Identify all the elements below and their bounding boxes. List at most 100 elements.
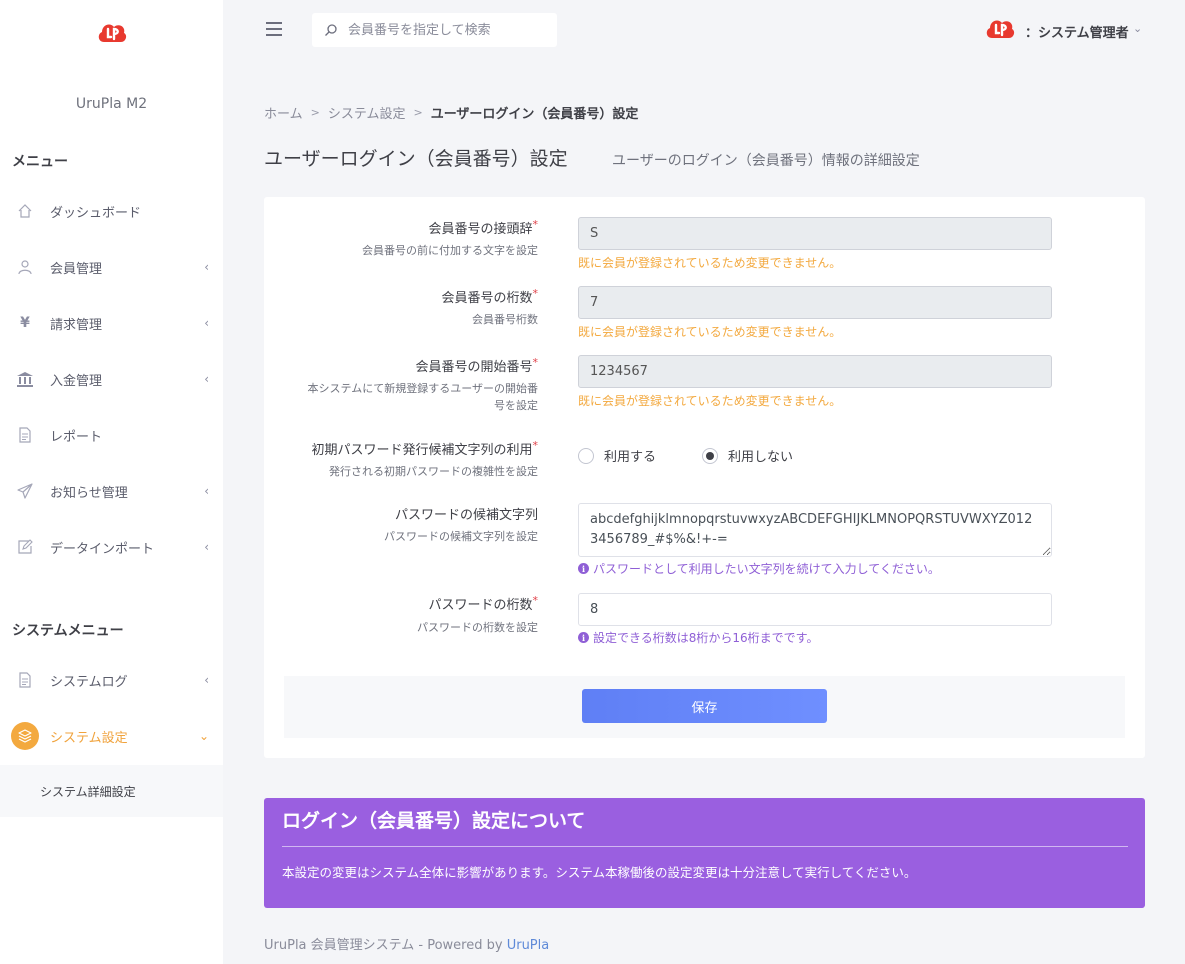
sidebar-item-label: システムログ: [50, 674, 128, 690]
initial-password-help: 発行される初期パスワードの複雑性を設定: [329, 465, 538, 478]
chevron-left-icon: ‹: [204, 316, 209, 330]
radio-label: 利用しない: [728, 450, 794, 465]
breadcrumb-home[interactable]: ホーム: [264, 103, 303, 122]
required-mark: *: [532, 356, 539, 369]
sidebar-item-reports[interactable]: レポート: [0, 415, 223, 455]
start-number-warning: 既に会員が登録されているため変更できません。: [578, 394, 842, 408]
password-chars-info-text: パスワードとして利用したい文字列を続けて入力してください。: [593, 562, 940, 576]
password-length-label-text: パスワードの桁数: [428, 598, 533, 613]
digits-label: 会員番号の桁数*: [441, 287, 538, 306]
prefix-input[interactable]: [578, 217, 1052, 250]
chevron-left-icon: ‹: [204, 260, 209, 274]
sidebar-item-label: 入金管理: [50, 373, 103, 389]
breadcrumb-current: ユーザーログイン（会員番号）設定: [430, 107, 639, 122]
digits-help: 会員番号桁数: [472, 313, 538, 326]
layers-icon: [11, 722, 39, 750]
user-icon: [16, 258, 34, 276]
search-box: [312, 13, 557, 47]
footer: UruPla 会員管理システム - Powered by UruPla: [264, 934, 549, 953]
radio-button[interactable]: [578, 447, 594, 464]
chevron-left-icon: ‹: [204, 540, 209, 554]
send-icon: [16, 482, 34, 500]
prefix-label-text: 会員番号の接頭辞: [428, 222, 533, 237]
sidebar-item-label: システム設定: [50, 730, 128, 746]
yen-icon: ¥: [20, 315, 30, 331]
password-chars-help: パスワードの候補文字列を設定: [384, 530, 538, 543]
page-title: ユーザーログイン（会員番号）設定: [264, 148, 568, 170]
start-number-input[interactable]: [578, 355, 1052, 388]
password-length-label: パスワードの桁数*: [428, 594, 538, 613]
sidebar-item-data-import[interactable]: データインポート ‹: [0, 527, 223, 567]
prefix-label: 会員番号の接頭辞*: [428, 218, 538, 237]
digits-label-text: 会員番号の桁数: [441, 291, 533, 306]
initial-password-label: 初期パスワード発行候補文字列の利用*: [311, 439, 538, 458]
sidebar-item-label: レポート: [50, 429, 103, 445]
sidebar: UruPla M2 メニュー ダッシュボード 会員管理 ‹ ¥ 請求管理 ‹ 入…: [0, 0, 223, 964]
start-number-help-line2: 号を設定: [494, 399, 538, 412]
start-number-label-text: 会員番号の開始番号: [415, 360, 533, 375]
chevron-down-icon: ⌄: [198, 729, 209, 743]
sidebar-item-system-settings[interactable]: システム設定 ⌄: [0, 716, 223, 756]
form-footer: 保存: [284, 676, 1125, 738]
footer-text: UruPla 会員管理システム - Powered by: [264, 938, 507, 953]
info-icon: i: [578, 632, 589, 643]
password-length-info: i 設定できる桁数は8桁から16桁までです。: [578, 629, 818, 646]
digits-input[interactable]: [578, 286, 1052, 319]
password-chars-label: パスワードの候補文字列: [394, 508, 538, 523]
page-subtitle: ユーザーのログイン（会員番号）情報の詳細設定: [612, 153, 920, 169]
user-avatar-icon[interactable]: [984, 16, 1016, 42]
password-length-info-text: 設定できる桁数は8桁から16桁までです。: [593, 631, 819, 645]
info-icon: i: [578, 563, 589, 574]
document-icon: [16, 426, 34, 444]
sidebar-item-dashboard[interactable]: ダッシュボード: [0, 191, 223, 231]
search-input[interactable]: [348, 20, 548, 40]
password-chars-textarea[interactable]: abcdefghijklmnopqrstuvwxyzABCDEFGHIJKLMN…: [578, 503, 1052, 557]
menu-toggle-icon[interactable]: [266, 22, 282, 36]
sidebar-item-billing[interactable]: ¥ 請求管理 ‹: [0, 303, 223, 343]
digits-warning: 既に会員が登録されているため変更できません。: [578, 325, 842, 339]
sidebar-item-label: 会員管理: [50, 261, 103, 277]
sidebar-item-system-log[interactable]: システムログ ‹: [0, 660, 223, 700]
sidebar-item-label: 請求管理: [50, 317, 103, 333]
radio-use[interactable]: 利用する: [578, 446, 656, 465]
menu-heading: メニュー: [12, 154, 68, 170]
settings-form-card: 会員番号の接頭辞* 会員番号の前に付加する文字を設定 既に会員が登録されているた…: [264, 197, 1145, 758]
document-icon: [16, 671, 34, 689]
notice-body: 本設定の変更はシステム全体に影響があります。システム本稼働後の設定変更は十分注意…: [282, 865, 917, 880]
sidebar-item-members[interactable]: 会員管理 ‹: [0, 247, 223, 287]
radio-not-use[interactable]: 利用しない: [702, 446, 793, 465]
breadcrumb-separator: >: [310, 106, 320, 119]
prefix-help: 会員番号の前に付加する文字を設定: [362, 244, 538, 257]
breadcrumb-separator: >: [413, 106, 423, 119]
sidebar-item-payments[interactable]: 入金管理 ‹: [0, 359, 223, 399]
sidebar-subitem-label: システム詳細設定: [40, 785, 136, 799]
start-number-label: 会員番号の開始番号*: [415, 356, 538, 375]
sidebar-item-label: データインポート: [50, 541, 155, 557]
chevron-down-icon[interactable]: ⌄: [1133, 22, 1142, 35]
breadcrumb-parent[interactable]: システム設定: [328, 103, 406, 122]
required-mark: *: [532, 439, 539, 452]
start-number-help-line1: 本システムにて新規登録するユーザーの開始番: [307, 382, 538, 395]
password-chars-info: i パスワードとして利用したい文字列を続けて入力してください。: [578, 560, 940, 577]
user-menu-label[interactable]: ：システム管理者: [1025, 22, 1129, 41]
sidebar-subitem-system-detail[interactable]: システム詳細設定: [0, 765, 223, 817]
footer-link[interactable]: UruPla: [507, 938, 550, 953]
bank-icon: [16, 370, 34, 388]
sidebar-item-notices[interactable]: お知らせ管理 ‹: [0, 471, 223, 511]
radio-button-selected[interactable]: [702, 447, 718, 464]
radio-label: 利用する: [604, 450, 657, 465]
required-mark: *: [532, 287, 539, 300]
required-mark: *: [532, 594, 539, 607]
prefix-warning: 既に会員が登録されているため変更できません。: [578, 256, 842, 270]
notice-box: ログイン（会員番号）設定について 本設定の変更はシステム全体に影響があります。シ…: [264, 798, 1145, 908]
app-logo-icon[interactable]: [96, 20, 128, 46]
chevron-left-icon: ‹: [204, 673, 209, 687]
system-menu-heading: システムメニュー: [12, 623, 124, 639]
notice-divider: [282, 846, 1128, 847]
password-length-input[interactable]: [578, 593, 1052, 626]
password-length-help: パスワードの桁数を設定: [417, 621, 538, 634]
app-name: UruPla M2: [75, 96, 148, 112]
home-icon: [16, 202, 34, 220]
search-icon: [324, 22, 338, 41]
save-button[interactable]: 保存: [582, 689, 827, 723]
